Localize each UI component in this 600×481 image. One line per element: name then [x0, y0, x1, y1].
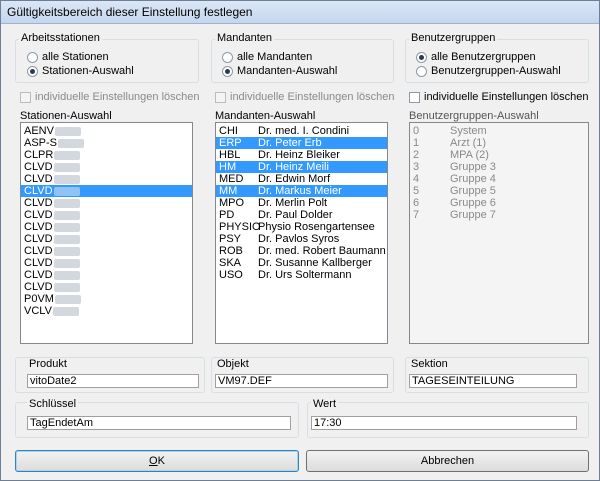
list-item-selected[interactable]: HM Dr. Heinz Meili	[216, 161, 387, 173]
checkbox-indicator	[215, 91, 226, 103]
list-item[interactable]: CLVD	[21, 269, 192, 281]
list-item[interactable]: 4 Gruppe 4	[410, 173, 588, 185]
wert-label: Wert	[311, 398, 339, 410]
ok-button[interactable]: OK	[15, 450, 299, 472]
stationen-listbox[interactable]: AENV ASP-S CLPR CLVD CLVD CLVD CLVD CLVD…	[20, 122, 193, 344]
list-item[interactable]: CLVD	[21, 173, 192, 185]
benutzergruppen-group-label: Benutzergruppen	[409, 32, 498, 44]
list-item[interactable]: 0 System	[410, 125, 588, 137]
checkbox-mandanten-loeschen[interactable]: individuelle Einstellungen löschen	[215, 90, 395, 104]
list-item[interactable]: 7 Gruppe 7	[410, 209, 588, 221]
list-item-selected[interactable]: MM Dr. Markus Meier	[216, 185, 387, 197]
list-item[interactable]: USO Dr. Urs Soltermann	[216, 269, 387, 281]
list-item[interactable]: CLVD	[21, 197, 192, 209]
produkt-label: Produkt	[27, 358, 69, 370]
list-item[interactable]: P0VM	[21, 293, 192, 305]
list-item[interactable]: AENV	[21, 125, 192, 137]
list-item[interactable]: 5 Gruppe 5	[410, 185, 588, 197]
radio-indicator	[27, 65, 38, 77]
list-item[interactable]: MED Dr. Edwin Morf	[216, 173, 387, 185]
radio-indicator	[27, 51, 38, 63]
mandanten-group-label: Mandanten	[215, 32, 275, 44]
radio-alle-benutzergruppen[interactable]: alle Benutzergruppen	[416, 50, 536, 64]
radio-stationen-auswahl[interactable]: Stationen-Auswahl	[27, 64, 134, 78]
title-bar: Gültigkeitsbereich dieser Einstellung fe…	[1, 1, 599, 24]
list-item[interactable]: ASP-S	[21, 137, 192, 149]
list-item[interactable]: VCLV	[21, 305, 192, 317]
mandanten-listbox[interactable]: CHI Dr. med. I. Condini ERP Dr. Peter Erb …	[215, 122, 388, 344]
checkbox-stationen-loeschen[interactable]: individuelle Einstellungen löschen	[20, 90, 200, 104]
list-item[interactable]: CLVD	[21, 233, 192, 245]
list-item[interactable]: CHI Dr. med. I. Condini	[216, 125, 387, 137]
list-item[interactable]: HBL Dr. Heinz Bleiker	[216, 149, 387, 161]
list-item[interactable]: MPO Dr. Merlin Polt	[216, 197, 387, 209]
produkt-field[interactable]: vitoDate2	[27, 374, 199, 388]
list-item[interactable]: CLVD	[21, 257, 192, 269]
list-item[interactable]: 6 Gruppe 6	[410, 197, 588, 209]
benutzergruppen-listbox[interactable]: 0 System 1 Arzt (1) 2 MPA (2) 3 Gruppe 3 4 Gr…	[409, 122, 589, 344]
dialog-window: Gültigkeitsbereich dieser Einstellung fe…	[0, 0, 600, 481]
list-item[interactable]: SKA Dr. Susanne Kallberger	[216, 257, 387, 269]
objekt-field[interactable]: VM97.DEF	[215, 374, 388, 388]
list-item[interactable]: PD Dr. Paul Dolder	[216, 209, 387, 221]
list-item[interactable]: ROB Dr. med. Robert Baumann	[216, 245, 387, 257]
list-item[interactable]: CLVD	[21, 161, 192, 173]
mandanten-list-label: Mandanten-Auswahl	[215, 110, 316, 122]
list-item[interactable]: CLVD	[21, 281, 192, 293]
list-item[interactable]: CLVD	[21, 209, 192, 221]
arbeitsstationen-group-label: Arbeitsstationen	[19, 32, 102, 44]
list-item[interactable]: CLVD	[21, 245, 192, 257]
schluessel-field[interactable]: TagEndetAm	[27, 416, 291, 430]
list-item[interactable]: 3 Gruppe 3	[410, 161, 588, 173]
benutzergruppen-list-label: Benutzergruppen-Auswahl	[409, 110, 539, 122]
window-title: Gültigkeitsbereich dieser Einstellung fe…	[7, 5, 253, 19]
list-item[interactable]: PSY Dr. Pavlos Syros	[216, 233, 387, 245]
wert-field[interactable]: 17:30	[311, 416, 577, 430]
radio-alle-stationen[interactable]: alle Stationen	[27, 50, 109, 64]
radio-indicator	[416, 65, 427, 77]
checkbox-benutzergruppen-loeschen[interactable]: individuelle Einstellungen löschen	[409, 90, 589, 104]
list-item[interactable]: PHYSIO Physio Rosengartensee	[216, 221, 387, 233]
list-item[interactable]: 1 Arzt (1)	[410, 137, 588, 149]
list-item-selected[interactable]: CLVD	[21, 185, 192, 197]
list-item[interactable]: CLPR	[21, 149, 192, 161]
sektion-label: Sektion	[409, 358, 450, 370]
radio-indicator	[416, 51, 427, 63]
list-item[interactable]: CLVD	[21, 221, 192, 233]
cancel-button[interactable]: Abbrechen	[306, 450, 589, 472]
checkbox-indicator	[409, 91, 420, 103]
list-item[interactable]: 2 MPA (2)	[410, 149, 588, 161]
checkbox-indicator	[20, 91, 31, 103]
sektion-field[interactable]: TAGESEINTEILUNG	[409, 374, 577, 388]
radio-indicator	[222, 51, 233, 63]
radio-alle-mandanten[interactable]: alle Mandanten	[222, 50, 312, 64]
objekt-label: Objekt	[215, 358, 251, 370]
list-item-selected[interactable]: ERP Dr. Peter Erb	[216, 137, 387, 149]
radio-benutzergruppen-auswahl[interactable]: Benutzergruppen-Auswahl	[416, 64, 561, 78]
radio-mandanten-auswahl[interactable]: Mandanten-Auswahl	[222, 64, 337, 78]
radio-indicator	[222, 65, 233, 77]
schluessel-label: Schlüssel	[27, 398, 79, 410]
stationen-list-label: Stationen-Auswahl	[20, 110, 112, 122]
